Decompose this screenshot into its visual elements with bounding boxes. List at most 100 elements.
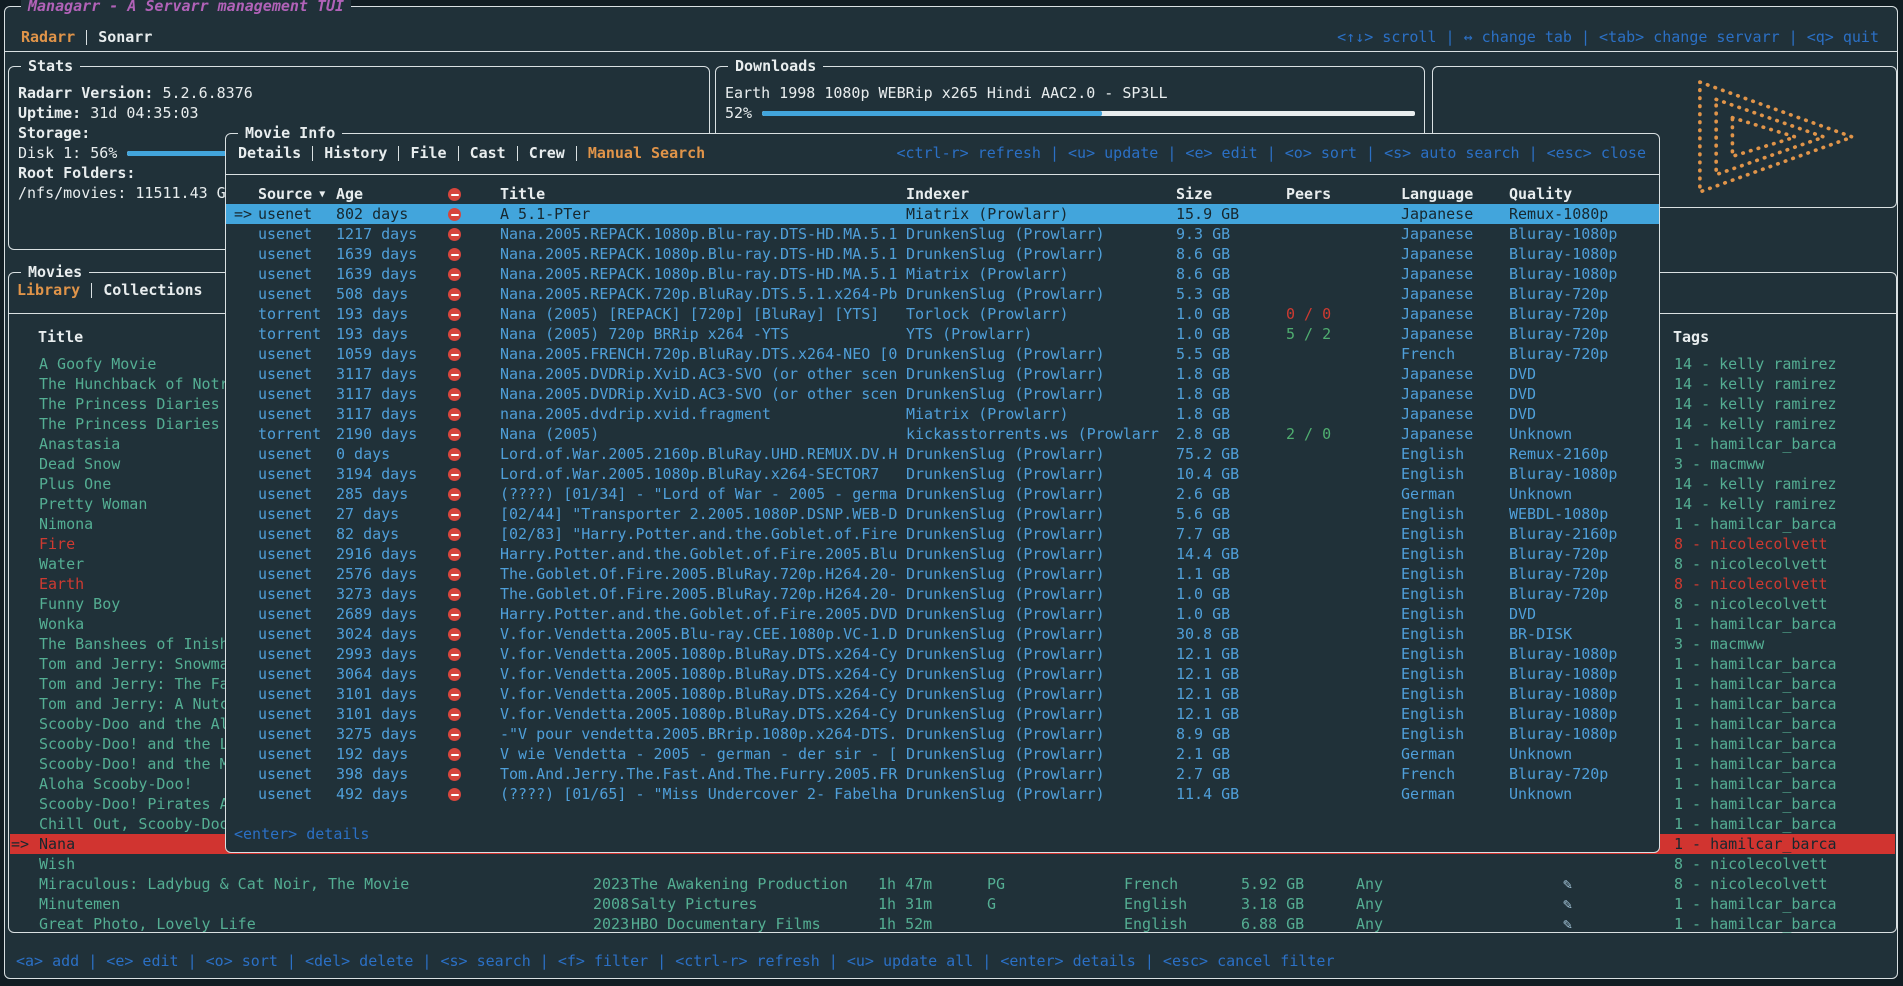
cell-peers [1286,524,1401,544]
cell-rejected [448,624,500,644]
search-result-row[interactable]: =>usenet802 daysA 5.1-PTerMiatrix (Prowl… [226,204,1659,224]
cell-age: 1217 days [336,224,448,244]
no-entry-icon [448,468,461,481]
no-entry-icon [448,188,461,201]
search-result-row[interactable]: usenet2916 daysHarry.Potter.and.the.Gobl… [226,544,1659,564]
cell-source: usenet [258,444,336,464]
quill-icon: ✎ [1563,894,1572,914]
search-result-row[interactable]: usenet1639 daysNana.2005.REPACK.1080p.Bl… [226,264,1659,284]
cell-quality: Bluray-1080p [1509,224,1659,244]
cell-indexer: DrunkenSlug (Prowlarr) [906,444,1176,464]
tab-sonarr[interactable]: Sonarr [98,27,152,47]
search-result-row[interactable]: usenet3194 daysLord.of.War.2005.1080p.Bl… [226,464,1659,484]
column-language[interactable]: Language [1401,184,1509,204]
search-result-row[interactable]: usenet3101 daysV.for.Vendetta.2005.1080p… [226,704,1659,724]
cell-rejected [448,444,500,464]
tab-file[interactable]: File [410,143,446,163]
search-result-row[interactable]: usenet3064 daysV.for.Vendetta.2005.1080p… [226,664,1659,684]
search-result-row[interactable]: usenet3117 daysnana.2005.dvdrip.xvid.fra… [226,404,1659,424]
cell-rejected [448,604,500,624]
no-entry-icon [448,708,461,721]
column-peers[interactable]: Peers [1286,184,1401,204]
search-result-row[interactable]: torrent193 daysNana (2005) 720p BRRip x2… [226,324,1659,344]
search-result-row[interactable]: usenet0 daysLord.of.War.2005.2160p.BluRa… [226,444,1659,464]
cell-language: English [1401,444,1509,464]
tab-crew[interactable]: Crew [529,143,565,163]
download-item[interactable]: Earth 1998 1080p WEBRip x265 Hindi AAC2.… [725,83,1415,103]
row-marker [234,664,258,684]
cell-peers [1286,504,1401,524]
search-result-row[interactable]: usenet3275 days-"V pour vendetta.2005.BR… [226,724,1659,744]
cell-peers [1286,764,1401,784]
search-result-row[interactable]: usenet82 days[02/83] "Harry.Potter.and.t… [226,524,1659,544]
search-result-row[interactable]: usenet3101 daysV.for.Vendetta.2005.1080p… [226,684,1659,704]
tab-library[interactable]: Library [17,280,80,300]
row-marker [234,244,258,264]
search-result-row[interactable]: usenet3117 daysNana.2005.DVDRip.XviD.AC3… [226,384,1659,404]
search-result-row[interactable]: usenet508 daysNana.2005.REPACK.720p.BluR… [226,284,1659,304]
search-result-row[interactable]: usenet1059 daysNana.2005.FRENCH.720p.Blu… [226,344,1659,364]
row-marker [234,744,258,764]
cell-title: Lord.of.War.2005.2160p.BluRay.UHD.REMUX.… [500,444,906,464]
tab-cast[interactable]: Cast [470,143,506,163]
column-source[interactable]: Source▼ [258,184,336,204]
search-result-row[interactable]: torrent2190 daysNana (2005)kickasstorren… [226,424,1659,444]
search-result-row[interactable]: torrent193 daysNana (2005) [REPACK] [720… [226,304,1659,324]
search-result-row[interactable]: usenet3273 daysThe.Goblet.Of.Fire.2005.B… [226,584,1659,604]
no-entry-icon [448,768,461,781]
cell-source: torrent [258,304,336,324]
search-result-row[interactable]: usenet492 days(????) [01/65] - "Miss Und… [226,784,1659,804]
movie-row[interactable]: Minutemen2008Salty Pictures1h 31mGEnglis… [10,894,1895,914]
column-size[interactable]: Size [1176,184,1286,204]
cell-quality: Unknown [1509,744,1659,764]
column-age[interactable]: Age [336,184,448,204]
search-result-row[interactable]: usenet1217 daysNana.2005.REPACK.1080p.Bl… [226,224,1659,244]
row-marker [234,404,258,424]
search-result-row[interactable]: usenet2993 daysV.for.Vendetta.2005.1080p… [226,644,1659,664]
search-result-row[interactable]: usenet1639 daysNana.2005.REPACK.1080p.Bl… [226,244,1659,264]
cell-title: Nana.2005.DVDRip.XviD.AC3-SVO (or other … [500,384,906,404]
no-entry-icon [448,528,461,541]
tab-manual-search[interactable]: Manual Search [588,143,705,163]
global-keybind-hints: <↑↓> scroll | ↔ change tab | <tab> chang… [1337,27,1879,47]
movie-title: Wish [39,854,75,874]
tab-history[interactable]: History [324,143,387,163]
search-result-row[interactable]: usenet2576 daysThe.Goblet.Of.Fire.2005.B… [226,564,1659,584]
cell-source: usenet [258,604,336,624]
movie-runtime: 1h 47m [878,874,932,894]
search-result-row[interactable]: usenet192 daysV wie Vendetta - 2005 - ge… [226,744,1659,764]
cell-indexer: DrunkenSlug (Prowlarr) [906,244,1176,264]
row-marker [234,604,258,624]
cell-indexer: DrunkenSlug (Prowlarr) [906,284,1176,304]
tab-radarr[interactable]: Radarr [21,27,75,47]
cell-indexer: DrunkenSlug (Prowlarr) [906,744,1176,764]
movie-row[interactable]: Miraculous: Ladybug & Cat Noir, The Movi… [10,874,1895,894]
search-footer-hint: <enter> details [234,824,369,844]
search-result-row[interactable]: usenet3117 daysNana.2005.DVDRip.XviD.AC3… [226,364,1659,384]
movie-row[interactable]: Wish8 - nicolecolvett [10,854,1895,874]
search-result-row[interactable]: usenet285 days(????) [01/34] - "Lord of … [226,484,1659,504]
cell-size: 7.7 GB [1176,524,1286,544]
row-marker [234,364,258,384]
movie-title: Plus One [39,474,111,494]
movie-row[interactable]: Great Photo, Lovely Life2023HBO Document… [10,914,1895,934]
cell-rejected [448,484,500,504]
search-result-row[interactable]: usenet2689 daysHarry.Potter.and.the.Gobl… [226,604,1659,624]
movie-studio: HBO Documentary Films [631,914,821,934]
tab-details[interactable]: Details [238,143,301,163]
cell-peers [1286,204,1401,224]
search-result-row[interactable]: usenet398 daysTom.And.Jerry.The.Fast.And… [226,764,1659,784]
search-result-row[interactable]: usenet3024 daysV.for.Vendetta.2005.Blu-r… [226,624,1659,644]
tab-divider [398,146,399,161]
movie-language: English [1124,914,1187,934]
cell-size: 11.4 GB [1176,784,1286,804]
quill-icon: ✎ [1563,914,1572,934]
tab-collections[interactable]: Collections [103,280,202,300]
column-rejected[interactable] [448,184,500,204]
column-title[interactable]: Title [500,184,906,204]
row-marker [234,764,258,784]
search-result-row[interactable]: usenet27 days[02/44] "Transporter 2.2005… [226,504,1659,524]
column-indexer[interactable]: Indexer [906,184,1176,204]
column-quality[interactable]: Quality [1509,184,1659,204]
cell-language: English [1401,544,1509,564]
